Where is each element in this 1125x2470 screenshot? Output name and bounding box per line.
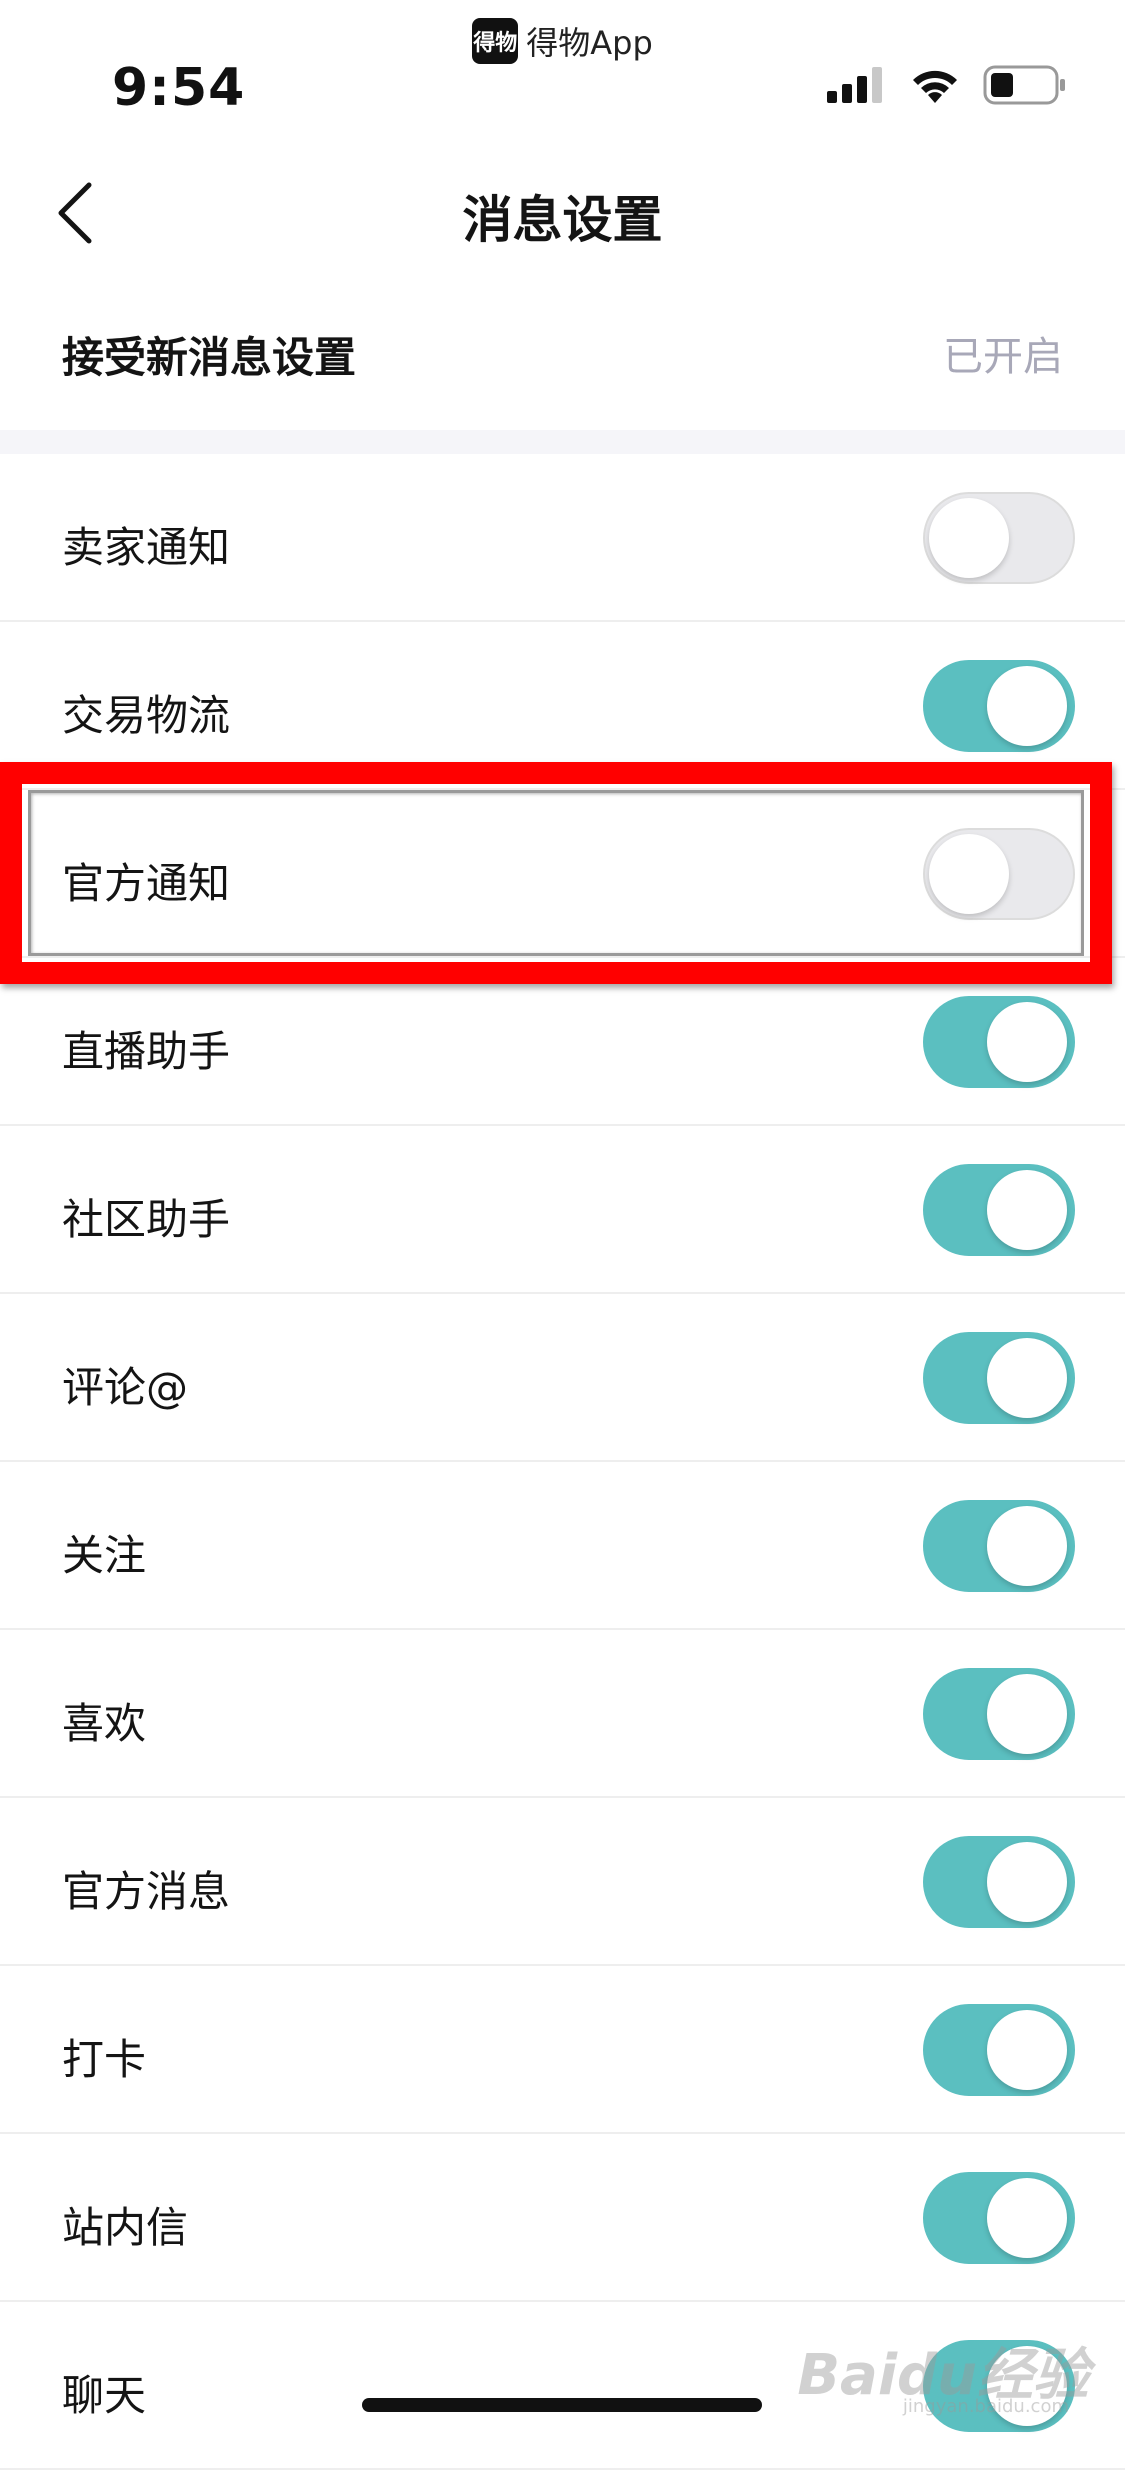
- setting-label: 官方通知: [62, 859, 231, 908]
- setting-label: 喜欢: [62, 1699, 147, 1748]
- status-bar: 得物 得物App 9:54: [0, 0, 1125, 140]
- setting-row-community-assistant: 社区助手: [0, 1126, 1125, 1294]
- seller-notice-toggle[interactable]: [923, 492, 1075, 584]
- toggle-knob: [987, 1338, 1067, 1418]
- notification-settings-list: 卖家通知 交易物流 官方通知 直播助手 社区助手 评论@ 关注 喜欢 官方消息 …: [0, 454, 1125, 2470]
- toggle-knob: [929, 834, 1009, 914]
- toggle-knob: [987, 1170, 1067, 1250]
- setting-row-inbox: 站内信: [0, 2134, 1125, 2302]
- toggle-knob: [987, 1674, 1067, 1754]
- setting-row-likes: 喜欢: [0, 1630, 1125, 1798]
- setting-label: 卖家通知: [62, 523, 231, 572]
- trade-logistics-toggle[interactable]: [923, 660, 1075, 752]
- section-divider: [0, 430, 1125, 454]
- setting-label: 社区助手: [62, 1195, 231, 1244]
- setting-label: 聊天: [62, 2371, 147, 2420]
- toggle-knob: [987, 666, 1067, 746]
- battery-icon: [983, 64, 1067, 110]
- setting-label: 评论@: [62, 1363, 189, 1412]
- likes-toggle[interactable]: [923, 1668, 1075, 1760]
- setting-row-official-notice: 官方通知: [0, 790, 1125, 958]
- comments-mentions-toggle[interactable]: [923, 1332, 1075, 1424]
- setting-label: 官方消息: [62, 1867, 231, 1916]
- check-in-toggle[interactable]: [923, 2004, 1075, 2096]
- official-notice-toggle[interactable]: [923, 828, 1075, 920]
- setting-label: 站内信: [62, 2203, 189, 2252]
- setting-row-trade-logistics: 交易物流: [0, 622, 1125, 790]
- app-indicator-name: 得物App: [526, 24, 653, 62]
- setting-row-comments-mentions: 评论@: [0, 1294, 1125, 1462]
- nav-bar: 消息设置: [0, 150, 1125, 280]
- setting-label: 关注: [62, 1531, 147, 1580]
- live-assistant-toggle[interactable]: [923, 996, 1075, 1088]
- follows-toggle[interactable]: [923, 1500, 1075, 1592]
- baidu-jingyan-watermark: Baidu经验 jingyan.baidu.com: [797, 2330, 1089, 2417]
- page-title: 消息设置: [462, 191, 663, 249]
- status-icons: [827, 64, 1067, 110]
- home-indicator[interactable]: [362, 2398, 762, 2412]
- toggle-knob: [987, 1842, 1067, 1922]
- cellular-signal-icon: [827, 67, 887, 107]
- toggle-knob: [987, 2178, 1067, 2258]
- setting-row-live-assistant: 直播助手: [0, 958, 1125, 1126]
- setting-label: 交易物流: [62, 691, 231, 740]
- receive-new-messages-row[interactable]: 接受新消息设置 已开启: [0, 280, 1125, 430]
- wifi-icon: [909, 65, 961, 109]
- inbox-toggle[interactable]: [923, 2172, 1075, 2264]
- app-logo-icon: 得物: [472, 18, 519, 64]
- status-time: 9:54: [112, 58, 246, 118]
- watermark-url: jingyan.baidu.com: [902, 2396, 1069, 2417]
- official-messages-toggle[interactable]: [923, 1836, 1075, 1928]
- toggle-knob: [987, 1002, 1067, 1082]
- toggle-knob: [987, 1506, 1067, 1586]
- toggle-knob: [987, 2010, 1067, 2090]
- toggle-knob: [929, 498, 1009, 578]
- receive-new-messages-label: 接受新消息设置: [62, 333, 357, 382]
- setting-label: 直播助手: [62, 1027, 231, 1076]
- receive-new-messages-status: 已开启: [943, 334, 1063, 380]
- community-assistant-toggle[interactable]: [923, 1164, 1075, 1256]
- setting-row-check-in: 打卡: [0, 1966, 1125, 2134]
- setting-row-official-messages: 官方消息: [0, 1798, 1125, 1966]
- setting-label: 打卡: [62, 2035, 147, 2084]
- setting-row-follows: 关注: [0, 1462, 1125, 1630]
- setting-row-seller-notice: 卖家通知: [0, 454, 1125, 622]
